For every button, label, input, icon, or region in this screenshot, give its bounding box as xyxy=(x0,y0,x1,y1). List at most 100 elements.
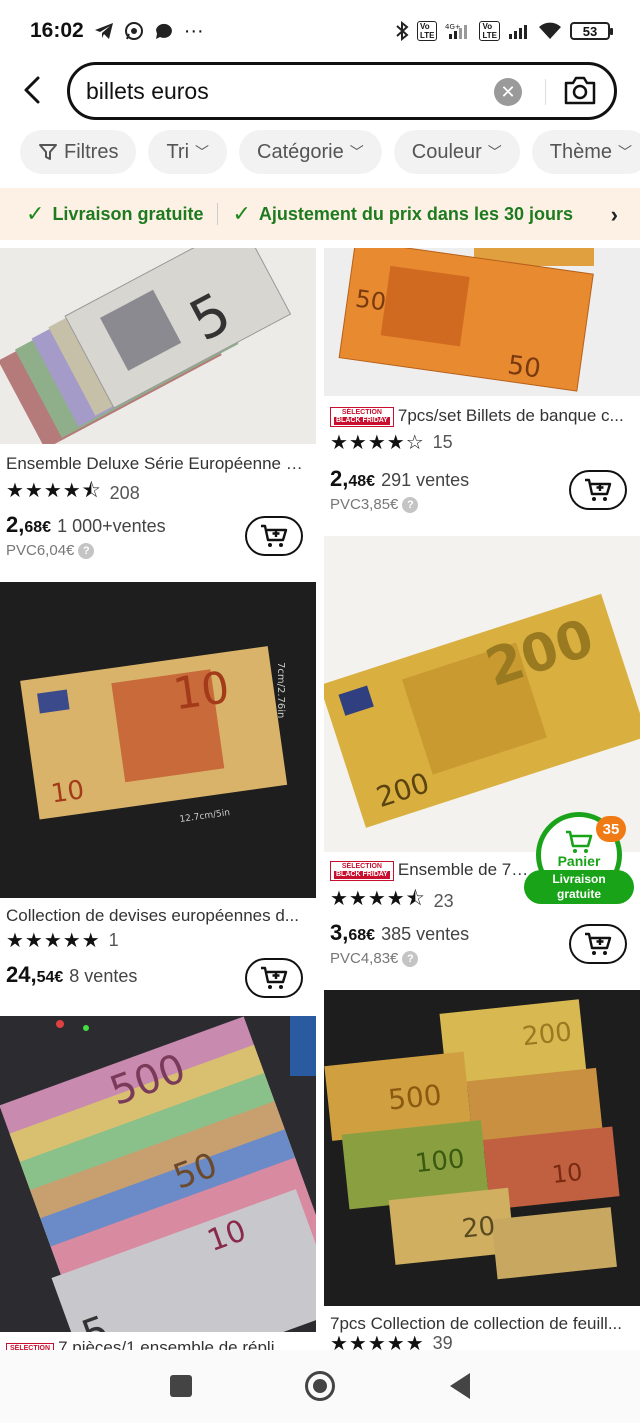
cart-plus-icon xyxy=(585,932,612,955)
star-rating: ★★★★⯪ xyxy=(6,480,102,502)
help-icon[interactable]: ? xyxy=(78,542,95,559)
search-row: billets euros ✕ xyxy=(0,62,640,120)
product-title[interactable]: SÉLECTION BLACK FRIDAY Ensemble de 7 piè xyxy=(330,860,530,881)
product-card[interactable]: 50 50 SÉLECTION BLACK FRIDAY 7pcs/set Bill… xyxy=(324,248,640,528)
product-title[interactable]: Collection de devises européennes d... xyxy=(6,906,306,926)
product-title[interactable]: 7pcs Collection de collection de feuill.… xyxy=(330,1314,635,1334)
price-adjust-label: Ajustement du prix dans les 30 jours xyxy=(258,203,573,224)
volte-icon-2: Vo LTE xyxy=(479,21,500,41)
pvc-price: PVC3,85€ ? xyxy=(330,496,419,513)
svg-text:10: 10 xyxy=(49,775,86,809)
product-title[interactable]: Ensemble Deluxe Série Européenne - ... xyxy=(6,454,306,474)
review-count: 208 xyxy=(109,482,140,503)
home-button[interactable] xyxy=(305,1371,335,1401)
pvc-price: PVC4,83€ ? xyxy=(330,950,419,967)
banner-divider xyxy=(217,203,219,225)
svg-text:100: 100 xyxy=(414,1144,467,1179)
add-to-cart-button[interactable] xyxy=(245,516,303,556)
help-icon[interactable]: ? xyxy=(402,950,419,967)
product-card[interactable]: 500 50 10 5 SÉLECTION7 pièces/1 ensemble… xyxy=(0,1016,316,1357)
cart-plus-icon xyxy=(261,966,288,989)
signal-icon-2 xyxy=(508,22,530,40)
svg-text:20: 20 xyxy=(461,1211,497,1244)
review-count: 15 xyxy=(432,432,453,452)
sales-count: 8 ventes xyxy=(69,966,138,986)
sales-count: 291 ventes xyxy=(381,470,470,490)
chip-color-label: Couleur xyxy=(411,140,482,163)
product-image[interactable]: 5 xyxy=(0,248,316,444)
telegram-icon xyxy=(94,22,114,40)
battery-icon: 53 xyxy=(570,22,613,40)
recent-apps-button[interactable] xyxy=(170,1375,192,1397)
clear-search-icon[interactable]: ✕ xyxy=(494,78,522,106)
rating-stars: ★★★★⯪ 208 xyxy=(6,476,140,510)
chevron-down-icon: ﹀ xyxy=(349,144,364,160)
help-icon[interactable]: ? xyxy=(402,496,419,513)
star-rating: ★★★★★ xyxy=(6,930,101,952)
product-card[interactable]: 10 10 7cm/2.76in 12.7cm/5in Collection d… xyxy=(0,582,316,1002)
product-card[interactable]: 5 Ensemble Deluxe Série Européenne - ...… xyxy=(0,248,316,578)
check-icon: ✓ xyxy=(232,201,251,226)
rating-stars: ★★★★⯪ 23 xyxy=(330,884,454,918)
chevron-right-icon[interactable]: › xyxy=(611,202,618,228)
chip-sort[interactable]: Tri ﹀ xyxy=(148,130,228,174)
product-image[interactable]: 50 50 xyxy=(324,248,640,396)
cart-label: Panier xyxy=(557,853,601,869)
svg-text:4G+: 4G+ xyxy=(445,23,461,31)
cart-plus-icon xyxy=(261,524,288,547)
svg-text:200: 200 xyxy=(521,1017,574,1052)
product-title-text: 7pcs/set Billets de banque c... xyxy=(397,406,624,425)
wifi-icon xyxy=(538,22,562,40)
price-integer: 2, xyxy=(330,466,349,491)
review-count: 1 xyxy=(108,930,119,950)
search-input[interactable]: billets euros ✕ xyxy=(67,62,617,120)
product-image[interactable]: 10 10 7cm/2.76in 12.7cm/5in xyxy=(0,582,316,898)
black-friday-badge: SÉLECTION BLACK FRIDAY xyxy=(330,860,394,881)
camera-search-icon[interactable] xyxy=(562,75,598,107)
filter-funnel-icon xyxy=(39,144,57,160)
star-rating-partial: ★★★★★ xyxy=(330,1336,425,1350)
chevron-down-icon: ﹀ xyxy=(487,144,502,160)
pvc-label: PVC4,83€ xyxy=(330,950,399,967)
star-rating: ★★★★⯪ xyxy=(330,888,426,910)
chip-category[interactable]: Catégorie ﹀ xyxy=(239,130,382,174)
chip-filters[interactable]: Filtres xyxy=(20,130,137,174)
price-decimal: 54€ xyxy=(36,969,64,986)
price-integer: 3, xyxy=(330,920,349,945)
product-card[interactable]: 200 500 100 10 20 7pcs Collection de col… xyxy=(324,990,640,1350)
price-decimal: 68€ xyxy=(24,519,52,536)
cart-icon xyxy=(566,830,593,853)
product-card[interactable]: 200 200 SÉLECTION BLACK FRIDAY Ensemble de… xyxy=(324,536,640,976)
pvc-label: PVC3,85€ xyxy=(330,496,399,513)
add-to-cart-button[interactable] xyxy=(569,470,627,510)
clock: 16:02 xyxy=(30,19,84,42)
add-to-cart-button[interactable] xyxy=(569,924,627,964)
free-shipping-line2: gratuite xyxy=(556,887,601,901)
chevron-down-icon: ﹀ xyxy=(195,144,210,160)
system-nav-bar xyxy=(0,1350,640,1423)
svg-text:500: 500 xyxy=(387,1078,444,1116)
svg-text:10: 10 xyxy=(551,1158,584,1189)
product-image[interactable]: 500 50 10 5 xyxy=(0,1016,316,1332)
price: 2,48€ 291 ventes xyxy=(330,466,469,492)
benefits-banner[interactable]: ✓ Livraison gratuite ✓ Ajustement du pri… xyxy=(0,188,640,240)
system-icons: Vo LTE 4G+ Vo LTE 53 xyxy=(395,21,613,41)
free-shipping-label: Livraison gratuite xyxy=(52,203,204,224)
product-title[interactable]: SÉLECTION BLACK FRIDAY 7pcs/set Billets de… xyxy=(330,406,635,427)
chip-theme[interactable]: Thème ﹀ xyxy=(531,130,640,174)
floating-cart[interactable]: Panier Livraison gratuite 35 xyxy=(524,812,634,908)
chip-color[interactable]: Couleur ﹀ xyxy=(393,130,520,174)
rating-stars: ★★★★★ 39 xyxy=(330,1336,453,1350)
search-divider xyxy=(545,79,546,105)
back-button[interactable] xyxy=(450,1373,470,1399)
svg-text:7cm/2.76in: 7cm/2.76in xyxy=(275,662,286,718)
chat-bubble-icon xyxy=(154,22,174,40)
back-arrow-icon[interactable] xyxy=(18,72,48,108)
product-image[interactable]: 200 500 100 10 20 xyxy=(324,990,640,1306)
add-to-cart-button[interactable] xyxy=(245,958,303,998)
signal-icon: 4G+ xyxy=(445,22,471,40)
product-image[interactable]: 200 200 xyxy=(324,536,640,852)
price-decimal: 48€ xyxy=(348,473,376,490)
price: 2,68€ 1 000+ventes xyxy=(6,512,166,538)
pvc-price: PVC6,04€ ? xyxy=(6,542,95,559)
